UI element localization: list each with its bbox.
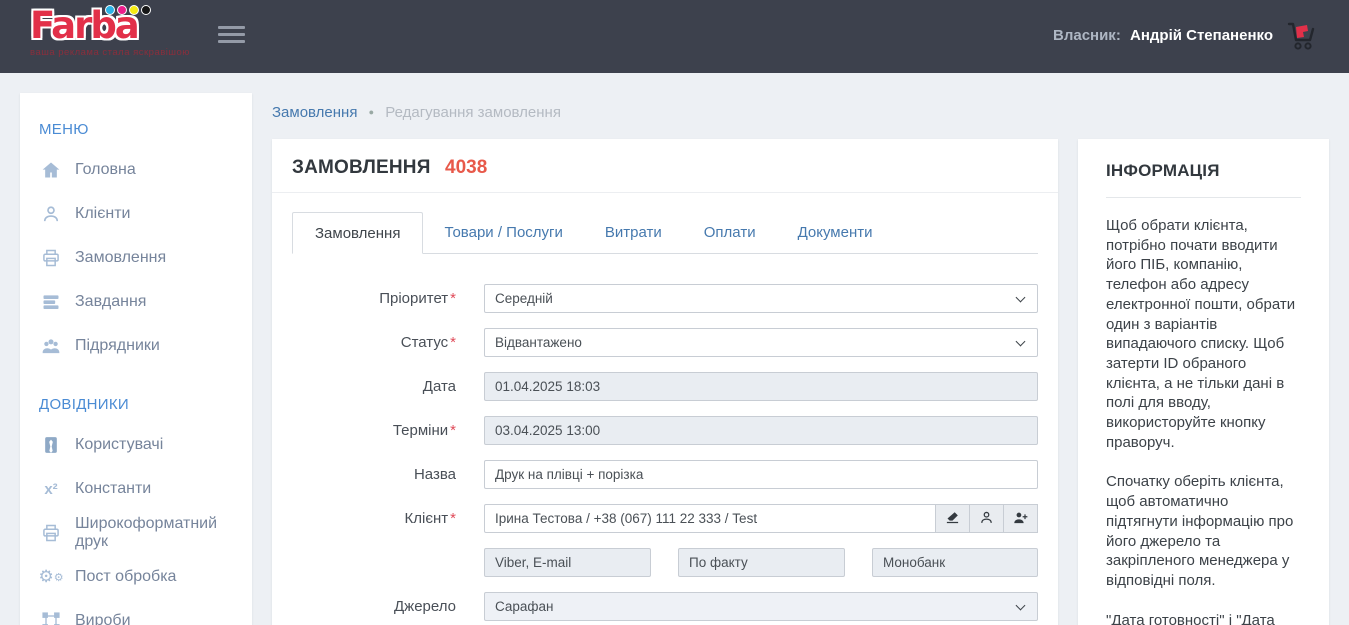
tab-goods-services[interactable]: Товари / Послуги bbox=[423, 211, 583, 253]
sidebar-item-contractors[interactable]: Підрядники bbox=[20, 324, 252, 368]
client-field[interactable] bbox=[484, 504, 936, 533]
sidebar-item-constants[interactable]: x² Константи bbox=[20, 467, 252, 511]
sidebar-item-post-processing[interactable]: ⚙⚙ Пост обробка bbox=[20, 555, 252, 599]
status-label: Статус* bbox=[292, 334, 456, 351]
date-field bbox=[484, 372, 1038, 401]
order-number: 4038 bbox=[445, 157, 487, 178]
info-panel: ІНФОРМАЦІЯ Щоб обрати клієнта, потрібно … bbox=[1078, 139, 1329, 625]
priority-select[interactable]: Середній bbox=[484, 284, 1038, 313]
deadline-label: Терміни* bbox=[292, 422, 456, 439]
breadcrumb: Замовлення ● Редагування замовлення bbox=[272, 104, 561, 121]
owner-info: Власник: Андрій Степаненко bbox=[1053, 27, 1273, 44]
order-title-row: ЗАМОВЛЕННЯ 4038 bbox=[272, 139, 1058, 193]
hamburger-icon[interactable] bbox=[218, 26, 245, 47]
client-row: Клієнт* bbox=[292, 504, 1058, 533]
info-divider bbox=[1106, 197, 1301, 198]
sidebar-item-clients[interactable]: Клієнти bbox=[20, 192, 252, 236]
info-paragraph: Щоб обрати клієнта, потрібно почати ввод… bbox=[1106, 216, 1301, 452]
info-title: ІНФОРМАЦІЯ bbox=[1106, 161, 1301, 181]
tab-payments[interactable]: Оплати bbox=[683, 211, 777, 253]
status-row: Статус* Відвантажено bbox=[292, 328, 1058, 357]
order-edit-panel: ЗАМОВЛЕННЯ 4038 Замовлення Товари / Посл… bbox=[272, 139, 1058, 625]
cart-icon[interactable] bbox=[1281, 16, 1321, 56]
client-contacts-field bbox=[484, 548, 651, 577]
home-icon bbox=[39, 160, 63, 180]
chevron-down-icon bbox=[1016, 601, 1026, 611]
tab-order[interactable]: Замовлення bbox=[292, 212, 423, 254]
info-paragraph: Спочатку оберіть клієнта, щоб автоматичн… bbox=[1106, 472, 1301, 590]
chevron-down-icon bbox=[1016, 337, 1026, 347]
sidebar-section-directories: ДОВІДНИКИ bbox=[39, 396, 252, 413]
users-icon bbox=[39, 336, 63, 356]
top-header: Farba ваша реклама стала яскравішою Влас… bbox=[0, 0, 1349, 73]
info-paragraph: "Дата готовності" і "Дата відвантаження"… bbox=[1106, 611, 1301, 625]
sidebar-section-menu: МЕНЮ bbox=[39, 121, 252, 138]
owner-name[interactable]: Андрій Степаненко bbox=[1130, 27, 1273, 44]
clear-client-button[interactable] bbox=[936, 504, 970, 533]
deadline-field bbox=[484, 416, 1038, 445]
user-tie-icon bbox=[39, 435, 63, 455]
gears-icon: ⚙⚙ bbox=[39, 567, 63, 587]
date-label: Дата bbox=[292, 378, 456, 395]
logo-tagline: ваша реклама стала яскравішою bbox=[30, 47, 170, 58]
user-icon bbox=[979, 510, 994, 528]
breadcrumb-separator-icon: ● bbox=[369, 107, 374, 117]
logo-cmyk-dots-icon bbox=[105, 5, 151, 15]
name-row: Назва bbox=[292, 460, 1058, 489]
printer-icon bbox=[39, 248, 63, 268]
status-select[interactable]: Відвантажено bbox=[484, 328, 1038, 357]
sidebar-item-label: Клієнти bbox=[75, 205, 130, 223]
client-extra-row bbox=[292, 548, 1058, 577]
payment-terms-field bbox=[678, 548, 845, 577]
order-form: Пріоритет* Середній Статус* Відвантажено bbox=[272, 284, 1058, 621]
chevron-down-icon bbox=[1016, 293, 1026, 303]
sidebar-item-label: Пост обробка bbox=[75, 568, 176, 586]
sidebar-item-label: Замовлення bbox=[75, 249, 166, 267]
sidebar-item-products[interactable]: Вироби bbox=[20, 599, 252, 625]
source-label: Джерело bbox=[292, 598, 456, 615]
sidebar-item-label: Підрядники bbox=[75, 337, 160, 355]
view-client-button[interactable] bbox=[970, 504, 1004, 533]
sidebar-item-label: Користувачі bbox=[75, 436, 163, 454]
tasks-icon bbox=[39, 292, 63, 312]
user-icon bbox=[39, 204, 63, 224]
priority-label: Пріоритет* bbox=[292, 290, 456, 307]
sidebar: МЕНЮ Головна Клієнти Замовлення Завдання… bbox=[20, 93, 252, 625]
sidebar-item-label: Головна bbox=[75, 161, 136, 179]
date-row: Дата bbox=[292, 372, 1058, 401]
vector-square-icon bbox=[39, 611, 63, 625]
client-label: Клієнт* bbox=[292, 510, 456, 527]
sidebar-item-tasks[interactable]: Завдання bbox=[20, 280, 252, 324]
page-title: ЗАМОВЛЕННЯ bbox=[292, 157, 431, 178]
order-name-field[interactable] bbox=[484, 460, 1038, 489]
breadcrumb-orders-link[interactable]: Замовлення bbox=[272, 104, 357, 121]
payment-method-field bbox=[872, 548, 1038, 577]
source-select[interactable]: Сарафан bbox=[484, 592, 1038, 621]
add-client-button[interactable] bbox=[1004, 504, 1038, 533]
sidebar-item-home[interactable]: Головна bbox=[20, 148, 252, 192]
breadcrumb-current: Редагування замовлення bbox=[385, 104, 561, 121]
printer-icon bbox=[39, 523, 63, 543]
sidebar-item-label: Константи bbox=[75, 480, 151, 498]
user-plus-icon bbox=[1013, 510, 1028, 528]
sidebar-item-orders[interactable]: Замовлення bbox=[20, 236, 252, 280]
owner-label: Власник: bbox=[1053, 27, 1121, 44]
sidebar-item-label: Вироби bbox=[75, 612, 131, 625]
tab-documents[interactable]: Документи bbox=[777, 211, 894, 253]
superscript-icon: x² bbox=[39, 479, 63, 499]
priority-row: Пріоритет* Середній bbox=[292, 284, 1058, 313]
source-row: Джерело Сарафан bbox=[292, 592, 1058, 621]
name-label: Назва bbox=[292, 466, 456, 483]
tab-expenses[interactable]: Витрати bbox=[584, 211, 683, 253]
sidebar-item-label: Завдання bbox=[75, 293, 146, 311]
eraser-icon bbox=[945, 510, 960, 528]
sidebar-item-wide-format-print[interactable]: Широкоформатний друк bbox=[20, 511, 252, 555]
farba-logo[interactable]: Farba ваша реклама стала яскравішою bbox=[30, 6, 170, 58]
sidebar-item-users[interactable]: Користувачі bbox=[20, 423, 252, 467]
sidebar-item-label: Широкоформатний друк bbox=[75, 515, 252, 551]
order-tabs: Замовлення Товари / Послуги Витрати Опла… bbox=[292, 211, 1038, 254]
deadline-row: Терміни* bbox=[292, 416, 1058, 445]
